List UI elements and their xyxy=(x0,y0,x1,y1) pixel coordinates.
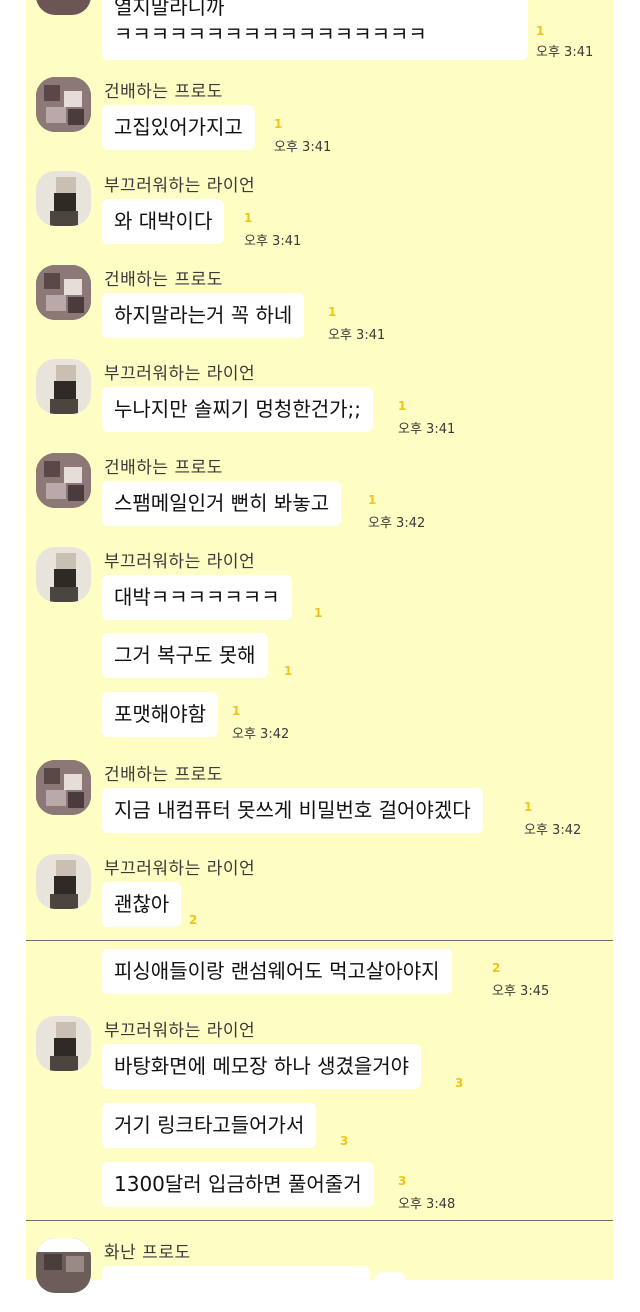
unread-count: 1 xyxy=(314,606,323,620)
unread-count: 3 xyxy=(455,1076,464,1090)
message-bubble[interactable]: 고집있어가지고 xyxy=(102,105,255,150)
sender-name: 부끄러워하는 라이언 xyxy=(104,552,256,572)
message-text: 지금 내컴퓨터 못쓰게 비밀번호 걸어야겠다 xyxy=(114,798,471,822)
message-bubble[interactable]: 바탕화면에 메모장 하나 생겼을거야 xyxy=(102,1044,422,1089)
unread-count: 3 xyxy=(398,1174,407,1188)
unread-count: 1 xyxy=(328,305,337,319)
frodo-avatar-icon[interactable] xyxy=(36,265,91,320)
unread-count: 3 xyxy=(340,1134,349,1148)
message-bubble[interactable]: 괜찮아 xyxy=(102,882,182,927)
chat-room: 열지말라니까 ㅋㅋㅋㅋㅋㅋㅋㅋㅋㅋㅋㅋㅋㅋㅋㅋㅋ 1 오후 3:41 건배하는 … xyxy=(0,0,640,1312)
ryan-avatar-icon[interactable] xyxy=(36,171,91,226)
ryan-avatar-icon[interactable] xyxy=(36,547,91,602)
message-time: 오후 3:42 xyxy=(368,516,426,531)
message-bubble[interactable]: 포맷해야함 xyxy=(102,692,218,737)
message-text: 괜찮아 xyxy=(114,892,170,916)
message-time: 오후 3:41 xyxy=(244,234,302,249)
message-bubble[interactable]: 스팸메일인거 뻔히 봐놓고 xyxy=(102,481,342,526)
ryan-avatar-icon[interactable] xyxy=(36,1016,91,1071)
message-bubble[interactable]: 하지말라는거 꼭 하네 xyxy=(102,293,305,338)
message-text: 하지말라는거 꼭 하네 xyxy=(114,303,293,327)
sender-name: 화난 프로도 xyxy=(104,1243,191,1263)
message-time: 오후 3:41 xyxy=(536,45,594,60)
message-time: 오후 3:41 xyxy=(398,422,456,437)
message-bubble[interactable]: 와 대박이다 xyxy=(102,199,225,244)
message-text: 대박ㅋㅋㅋㅋㅋㅋㅋ xyxy=(114,585,280,609)
sender-name: 건배하는 프로도 xyxy=(104,458,223,478)
frodo-avatar-icon[interactable] xyxy=(36,453,91,508)
message-text: 피싱애들이랑 랜섬웨어도 먹고살아야지 xyxy=(114,959,440,983)
message-bubble[interactable]: 지금 내컴퓨터 못쓰게 비밀번호 걸어야겠다 xyxy=(102,788,483,833)
message-text: 바탕화면에 메모장 하나 생겼을거야 xyxy=(114,1054,410,1078)
message-bubble[interactable]: 그거 복구도 못해 xyxy=(102,633,268,678)
message-time: 오후 3:45 xyxy=(492,984,550,999)
unread-count: 1 xyxy=(284,664,293,678)
message-text: 그거 복구도 못해 xyxy=(114,643,256,667)
message-time: 오후 3:42 xyxy=(232,727,290,742)
message-text: 와 대박이다 xyxy=(114,209,213,233)
message-time: 오후 3:42 xyxy=(524,823,582,838)
frodo-avatar-icon[interactable] xyxy=(36,760,91,815)
unread-count: 1 xyxy=(398,399,407,413)
message-text: 거기 링크타고들어가서 xyxy=(114,1113,305,1137)
message-text: 1300달러 입금하면 풀어줄거 xyxy=(114,1172,362,1196)
message-text: 포맷해야함 xyxy=(114,702,206,726)
message-bubble[interactable]: 대박ㅋㅋㅋㅋㅋㅋㅋ xyxy=(102,575,292,620)
message-bubble[interactable]: 거기 링크타고들어가서 xyxy=(102,1103,317,1148)
message-text: 누나지만 솔찌기 멍청한건가;; xyxy=(114,397,361,421)
message-bubble[interactable] xyxy=(102,1266,370,1311)
frodo-avatar-icon[interactable] xyxy=(36,77,91,132)
message-bubble[interactable]: 누나지만 솔찌기 멍청한건가;; xyxy=(102,387,373,432)
sender-name: 건배하는 프로도 xyxy=(104,82,223,102)
sender-name: 부끄러워하는 라이언 xyxy=(104,364,256,384)
ryan-avatar-icon[interactable] xyxy=(36,854,91,909)
sender-name: 부끄러워하는 라이언 xyxy=(104,1021,256,1041)
sender-name: 건배하는 프로도 xyxy=(104,270,223,290)
message-text: 스팸메일인거 뻔히 봐놓고 xyxy=(114,491,330,515)
message-bubble[interactable] xyxy=(375,1272,405,1312)
sender-name: 부끄러워하는 라이언 xyxy=(104,176,256,196)
unread-count: 1 xyxy=(524,800,533,814)
unread-count: 1 xyxy=(536,24,545,38)
message-time: 오후 3:41 xyxy=(274,140,332,155)
message-bubble[interactable]: 피싱애들이랑 랜섬웨어도 먹고살아야지 xyxy=(102,949,452,994)
message-bubble[interactable]: 열지말라니까 ㅋㅋㅋㅋㅋㅋㅋㅋㅋㅋㅋㅋㅋㅋㅋㅋㅋ xyxy=(102,0,528,60)
unread-count: 1 xyxy=(232,704,241,718)
ryan-avatar-icon[interactable] xyxy=(36,359,91,414)
unread-count: 2 xyxy=(189,913,198,927)
unread-count: 1 xyxy=(368,493,377,507)
unread-count: 2 xyxy=(492,961,501,975)
message-bubble[interactable]: 1300달러 입금하면 풀어줄거 xyxy=(102,1162,374,1207)
frodo-avatar-icon[interactable] xyxy=(36,1238,91,1293)
unread-count: 1 xyxy=(244,211,253,225)
sender-name: 건배하는 프로도 xyxy=(104,765,223,785)
message-text: 열지말라니까 xyxy=(114,0,225,19)
message-text: 고집있어가지고 xyxy=(114,115,243,139)
sender-name: 부끄러워하는 라이언 xyxy=(104,859,256,879)
message-time: 오후 3:41 xyxy=(328,328,386,343)
message-text: ㅋㅋㅋㅋㅋㅋㅋㅋㅋㅋㅋㅋㅋㅋㅋㅋㅋ xyxy=(114,22,427,46)
message-time: 오후 3:48 xyxy=(398,1197,456,1212)
unread-count: 1 xyxy=(274,117,283,131)
